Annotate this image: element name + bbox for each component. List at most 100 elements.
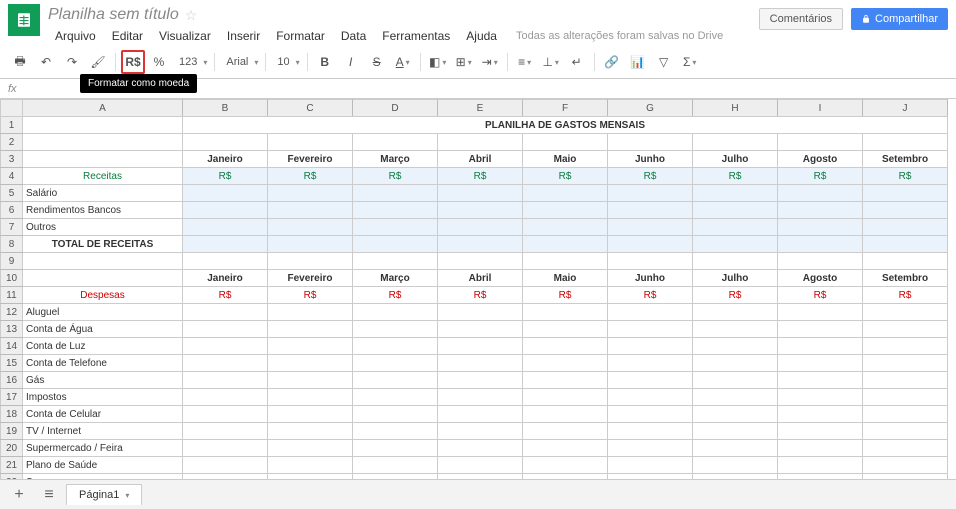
menu-arquivo[interactable]: Arquivo — [48, 27, 103, 45]
cell[interactable]: Conta de Luz — [23, 338, 183, 355]
cell[interactable] — [608, 202, 693, 219]
cell[interactable] — [778, 389, 863, 406]
row-header[interactable]: 9 — [1, 253, 23, 270]
row-header[interactable]: 5 — [1, 185, 23, 202]
cell[interactable] — [183, 457, 268, 474]
cell[interactable] — [183, 338, 268, 355]
cell[interactable] — [268, 219, 353, 236]
cell[interactable] — [693, 185, 778, 202]
cell[interactable]: R$ — [863, 287, 948, 304]
cell[interactable] — [523, 355, 608, 372]
doc-title[interactable]: Planilha sem título — [48, 6, 179, 24]
cell[interactable] — [523, 321, 608, 338]
cell[interactable] — [353, 389, 438, 406]
cell[interactable] — [608, 304, 693, 321]
cell[interactable] — [268, 423, 353, 440]
cell[interactable] — [353, 219, 438, 236]
cell[interactable] — [438, 185, 523, 202]
share-button[interactable]: Compartilhar — [851, 8, 948, 30]
row-header[interactable]: 15 — [1, 355, 23, 372]
cell[interactable] — [693, 406, 778, 423]
cell[interactable] — [523, 304, 608, 321]
row-header[interactable]: 19 — [1, 423, 23, 440]
cell[interactable] — [608, 185, 693, 202]
cell[interactable] — [183, 389, 268, 406]
cell[interactable] — [268, 304, 353, 321]
wrap-icon[interactable]: ↵ — [565, 50, 589, 74]
insert-chart-icon[interactable]: 📊 — [626, 50, 650, 74]
cell[interactable] — [438, 236, 523, 253]
cell[interactable] — [608, 134, 693, 151]
cell[interactable]: Abril — [438, 151, 523, 168]
cell[interactable] — [268, 389, 353, 406]
cell[interactable] — [268, 134, 353, 151]
cell[interactable] — [353, 253, 438, 270]
cell[interactable] — [268, 253, 353, 270]
row-header[interactable]: 21 — [1, 457, 23, 474]
cell[interactable]: Salário — [23, 185, 183, 202]
cell[interactable]: R$ — [268, 287, 353, 304]
cell[interactable]: Fevereiro — [268, 270, 353, 287]
menu-formatar[interactable]: Formatar — [269, 27, 332, 45]
row-header[interactable]: 14 — [1, 338, 23, 355]
cell[interactable] — [438, 457, 523, 474]
cell[interactable] — [268, 457, 353, 474]
cell[interactable]: Janeiro — [183, 151, 268, 168]
cell[interactable]: Abril — [438, 270, 523, 287]
cell[interactable]: Junho — [608, 270, 693, 287]
cell[interactable] — [268, 406, 353, 423]
cell[interactable]: R$ — [353, 287, 438, 304]
cell[interactable]: R$ — [693, 287, 778, 304]
cell[interactable] — [778, 372, 863, 389]
cell[interactable]: Setembro — [863, 151, 948, 168]
cell[interactable]: R$ — [438, 168, 523, 185]
col-header[interactable]: D — [353, 100, 438, 117]
cell[interactable] — [268, 321, 353, 338]
undo-icon[interactable]: ↶ — [34, 50, 58, 74]
comments-button[interactable]: Comentários — [759, 8, 843, 30]
cell[interactable]: R$ — [438, 287, 523, 304]
cell[interactable] — [523, 440, 608, 457]
halign-icon[interactable]: ≡▾ — [513, 50, 537, 74]
cell[interactable] — [523, 134, 608, 151]
cell[interactable] — [353, 423, 438, 440]
print-icon[interactable]: 🖶 — [8, 50, 32, 74]
cell[interactable] — [183, 219, 268, 236]
cell[interactable] — [608, 372, 693, 389]
cell[interactable] — [523, 236, 608, 253]
cell[interactable]: TV / Internet — [23, 423, 183, 440]
cell[interactable]: Maio — [523, 151, 608, 168]
cell[interactable] — [438, 372, 523, 389]
cell[interactable] — [183, 253, 268, 270]
cell[interactable] — [778, 253, 863, 270]
cell[interactable]: Outros — [23, 219, 183, 236]
cell[interactable] — [353, 406, 438, 423]
cell[interactable]: Março — [353, 151, 438, 168]
cell[interactable] — [778, 406, 863, 423]
cell[interactable]: Conta de Telefone — [23, 355, 183, 372]
cell[interactable] — [863, 321, 948, 338]
cell[interactable]: R$ — [863, 168, 948, 185]
all-sheets-button[interactable]: ≡ — [36, 484, 62, 506]
cell[interactable]: Gás — [23, 372, 183, 389]
cell[interactable] — [438, 423, 523, 440]
cell[interactable]: R$ — [268, 168, 353, 185]
cell[interactable] — [778, 202, 863, 219]
cell[interactable]: Aluguel — [23, 304, 183, 321]
cell[interactable] — [778, 321, 863, 338]
cell[interactable] — [523, 389, 608, 406]
row-header[interactable]: 18 — [1, 406, 23, 423]
cell[interactable] — [183, 440, 268, 457]
cell[interactable] — [438, 304, 523, 321]
row-header[interactable]: 17 — [1, 389, 23, 406]
valign-icon[interactable]: ⊥▾ — [539, 50, 563, 74]
cell[interactable] — [183, 355, 268, 372]
cell[interactable] — [268, 185, 353, 202]
functions-icon[interactable]: Σ▾ — [678, 50, 702, 74]
cell[interactable]: R$ — [183, 287, 268, 304]
cell[interactable] — [523, 338, 608, 355]
cell[interactable] — [608, 440, 693, 457]
cell[interactable] — [693, 236, 778, 253]
cell[interactable] — [863, 338, 948, 355]
cell[interactable] — [183, 406, 268, 423]
